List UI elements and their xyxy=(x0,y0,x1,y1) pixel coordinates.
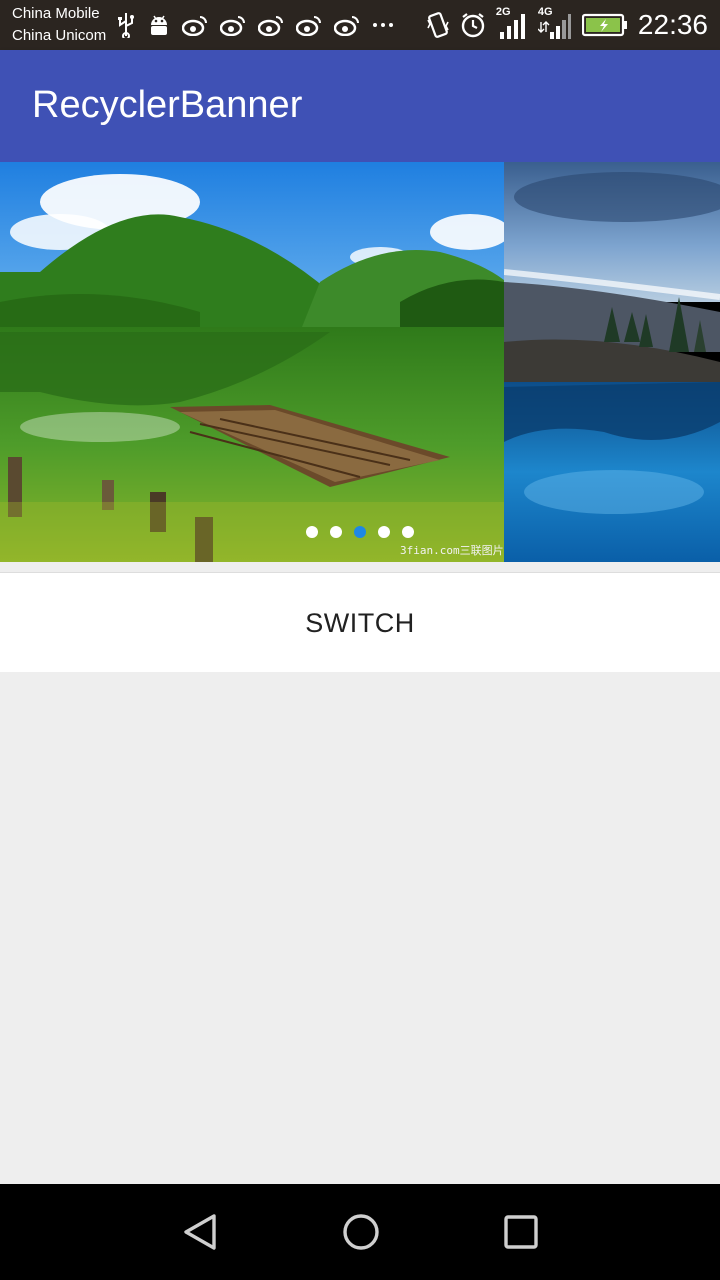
indicator-dot[interactable] xyxy=(306,526,318,538)
signal-2: 4G xyxy=(537,6,572,40)
weibo-icon xyxy=(182,16,207,36)
vibrate-icon xyxy=(427,12,449,38)
weibo-icon xyxy=(258,16,283,36)
app-screen: China Mobile China Unicom 2G 4G 22:36 Re… xyxy=(0,0,720,1280)
banner-slide[interactable] xyxy=(0,162,504,562)
app-bar: RecyclerBanner xyxy=(0,50,720,162)
blue-lake-trees-image xyxy=(504,162,720,562)
carrier-2: China Unicom xyxy=(12,27,107,44)
weibo-icon xyxy=(220,16,245,36)
more-icon xyxy=(373,23,393,27)
indicator-dot[interactable] xyxy=(330,526,342,538)
back-icon[interactable] xyxy=(180,1212,220,1252)
notification-icons xyxy=(116,10,394,40)
usb-icon xyxy=(118,13,134,38)
navigation-bar xyxy=(0,1184,720,1280)
indicator-dot-active[interactable] xyxy=(354,526,366,538)
recent-apps-icon[interactable] xyxy=(501,1212,541,1252)
switch-container: SWITCH xyxy=(0,572,720,672)
android-icon xyxy=(151,15,167,35)
weibo-icon xyxy=(334,16,359,36)
indicator-dot[interactable] xyxy=(378,526,390,538)
banner-slide[interactable] xyxy=(504,162,720,562)
image-watermark: 3fian.com三联图片 xyxy=(400,544,504,557)
lake-with-pier-image xyxy=(0,162,504,562)
alarm-icon xyxy=(461,13,485,38)
clock: 22:36 xyxy=(637,9,708,40)
page-indicator xyxy=(306,526,414,538)
recycler-banner[interactable]: 3fian.com三联图片 xyxy=(0,162,720,562)
signal-icon xyxy=(499,14,525,39)
page-title: RecyclerBanner xyxy=(32,84,303,126)
signal-1: 2G xyxy=(496,6,528,40)
carrier-1: China Mobile xyxy=(12,5,100,22)
indicator-dot[interactable] xyxy=(402,526,414,538)
system-status: 2G 4G 22:36 xyxy=(426,6,708,44)
signal-icon xyxy=(537,14,571,39)
home-icon[interactable] xyxy=(341,1212,381,1252)
weibo-icon xyxy=(296,16,321,36)
carrier-info: China Mobile China Unicom xyxy=(12,3,106,47)
switch-button[interactable]: SWITCH xyxy=(0,573,720,673)
battery-icon xyxy=(581,13,627,37)
status-bar: China Mobile China Unicom 2G 4G 22:36 xyxy=(0,0,720,50)
